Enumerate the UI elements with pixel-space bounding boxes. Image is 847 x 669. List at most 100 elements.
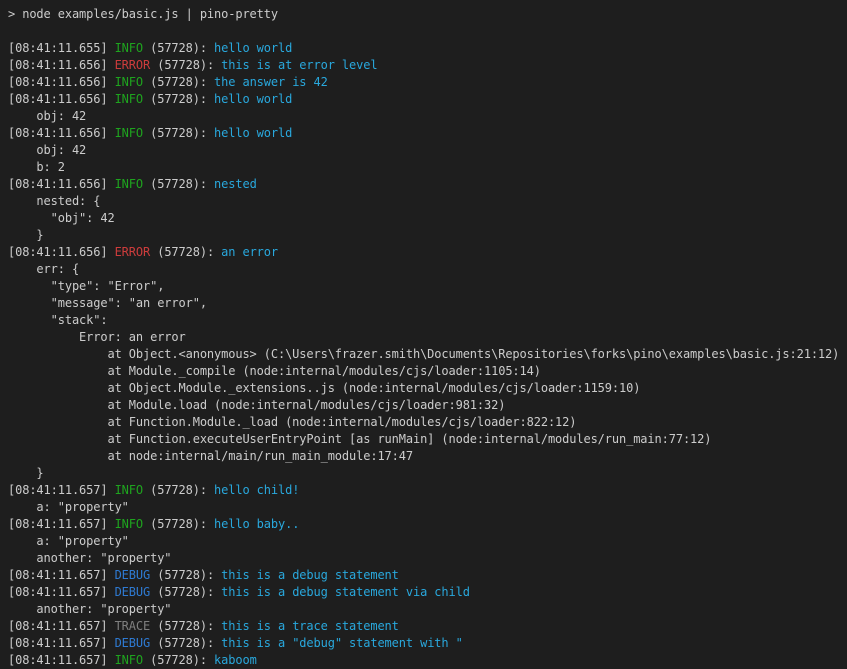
log-pid: (57728): xyxy=(150,58,221,72)
detail-line: a: "property" xyxy=(8,533,847,550)
log-line: [08:41:11.657] INFO (57728): kaboom xyxy=(8,652,847,669)
log-line: [08:41:11.656] INFO (57728): hello world xyxy=(8,125,847,142)
log-message: this is a "debug" statement with " xyxy=(221,636,463,650)
detail-text: at Function.executeUserEntryPoint [as ru… xyxy=(8,432,711,446)
log-timestamp: [08:41:11.656] xyxy=(8,126,115,140)
log-timestamp: [08:41:11.657] xyxy=(8,653,115,667)
detail-line: nested: { xyxy=(8,193,847,210)
detail-line: } xyxy=(8,465,847,482)
detail-text: Error: an error xyxy=(8,330,186,344)
command-text: > node examples/basic.js | pino-pretty xyxy=(8,7,278,21)
detail-line: at Function.executeUserEntryPoint [as ru… xyxy=(8,431,847,448)
log-pid: (57728): xyxy=(150,245,221,259)
detail-text: b: 2 xyxy=(8,160,65,174)
log-pid: (57728): xyxy=(150,568,221,582)
log-level: ERROR xyxy=(115,245,151,259)
detail-line: another: "property" xyxy=(8,601,847,618)
detail-line: another: "property" xyxy=(8,550,847,567)
detail-text: "stack": xyxy=(8,313,107,327)
detail-line: "obj": 42 xyxy=(8,210,847,227)
log-line: [08:41:11.657] INFO (57728): hello child… xyxy=(8,482,847,499)
log-level: INFO xyxy=(115,126,143,140)
detail-text: at Object.Module._extensions..js (node:i… xyxy=(8,381,640,395)
log-timestamp: [08:41:11.655] xyxy=(8,41,115,55)
log-timestamp: [08:41:11.656] xyxy=(8,245,115,259)
log-timestamp: [08:41:11.657] xyxy=(8,585,115,599)
detail-text: obj: 42 xyxy=(8,143,86,157)
detail-line: at node:internal/main/run_main_module:17… xyxy=(8,448,847,465)
log-message: the answer is 42 xyxy=(214,75,328,89)
log-message: hello baby.. xyxy=(214,517,299,531)
log-level: DEBUG xyxy=(115,568,151,582)
log-timestamp: [08:41:11.656] xyxy=(8,92,115,106)
log-message: an error xyxy=(221,245,278,259)
detail-text: another: "property" xyxy=(8,602,171,616)
detail-line: } xyxy=(8,227,847,244)
log-message: hello world xyxy=(214,92,292,106)
log-level: DEBUG xyxy=(115,636,151,650)
log-line: [08:41:11.657] DEBUG (57728): this is a … xyxy=(8,584,847,601)
log-pid: (57728): xyxy=(143,92,214,106)
command-line: > node examples/basic.js | pino-pretty xyxy=(8,6,847,23)
detail-line: "message": "an error", xyxy=(8,295,847,312)
log-line: [08:41:11.656] INFO (57728): the answer … xyxy=(8,74,847,91)
log-pid: (57728): xyxy=(143,483,214,497)
log-line: [08:41:11.657] DEBUG (57728): this is a … xyxy=(8,567,847,584)
log-level: DEBUG xyxy=(115,585,151,599)
log-line: [08:41:11.656] ERROR (57728): this is at… xyxy=(8,57,847,74)
log-message: kaboom xyxy=(214,653,257,667)
log-pid: (57728): xyxy=(150,619,221,633)
detail-text: "type": "Error", xyxy=(8,279,164,293)
terminal-output[interactable]: > node examples/basic.js | pino-pretty [… xyxy=(0,0,847,669)
log-timestamp: [08:41:11.656] xyxy=(8,177,115,191)
log-line: [08:41:11.657] INFO (57728): hello baby.… xyxy=(8,516,847,533)
detail-text: "obj": 42 xyxy=(8,211,115,225)
detail-text: a: "property" xyxy=(8,534,129,548)
detail-line: "stack": xyxy=(8,312,847,329)
detail-line: obj: 42 xyxy=(8,142,847,159)
log-level: INFO xyxy=(115,75,143,89)
log-line: [08:41:11.656] ERROR (57728): an error xyxy=(8,244,847,261)
detail-text: at Function.Module._load (node:internal/… xyxy=(8,415,576,429)
detail-line: b: 2 xyxy=(8,159,847,176)
detail-text: } xyxy=(8,228,44,242)
detail-text: at Object.<anonymous> (C:\Users\frazer.s… xyxy=(8,347,839,361)
log-pid: (57728): xyxy=(143,177,214,191)
blank-line xyxy=(8,23,847,40)
log-message: this is a debug statement xyxy=(221,568,399,582)
detail-line: at Function.Module._load (node:internal/… xyxy=(8,414,847,431)
log-level: ERROR xyxy=(115,58,151,72)
detail-line: a: "property" xyxy=(8,499,847,516)
detail-text: "message": "an error", xyxy=(8,296,207,310)
log-level: INFO xyxy=(115,92,143,106)
detail-text: at Module._compile (node:internal/module… xyxy=(8,364,541,378)
detail-line: at Module.load (node:internal/modules/cj… xyxy=(8,397,847,414)
log-message: hello world xyxy=(214,41,292,55)
log-timestamp: [08:41:11.657] xyxy=(8,619,115,633)
log-level: INFO xyxy=(115,41,143,55)
detail-text: obj: 42 xyxy=(8,109,86,123)
log-line: [08:41:11.656] INFO (57728): nested xyxy=(8,176,847,193)
log-pid: (57728): xyxy=(150,636,221,650)
detail-line: Error: an error xyxy=(8,329,847,346)
detail-text: } xyxy=(8,466,44,480)
log-timestamp: [08:41:11.656] xyxy=(8,58,115,72)
detail-line: at Object.Module._extensions..js (node:i… xyxy=(8,380,847,397)
detail-line: at Object.<anonymous> (C:\Users\frazer.s… xyxy=(8,346,847,363)
detail-line: obj: 42 xyxy=(8,108,847,125)
log-line: [08:41:11.657] DEBUG (57728): this is a … xyxy=(8,635,847,652)
log-message: nested xyxy=(214,177,257,191)
log-level: INFO xyxy=(115,653,143,667)
log-message: this is a debug statement via child xyxy=(221,585,470,599)
log-level: INFO xyxy=(115,177,143,191)
log-timestamp: [08:41:11.656] xyxy=(8,75,115,89)
log-timestamp: [08:41:11.657] xyxy=(8,568,115,582)
log-message: hello world xyxy=(214,126,292,140)
log-pid: (57728): xyxy=(143,75,214,89)
detail-text: at Module.load (node:internal/modules/cj… xyxy=(8,398,505,412)
log-line: [08:41:11.657] TRACE (57728): this is a … xyxy=(8,618,847,635)
detail-line: err: { xyxy=(8,261,847,278)
log-message: hello child! xyxy=(214,483,299,497)
log-timestamp: [08:41:11.657] xyxy=(8,636,115,650)
log-timestamp: [08:41:11.657] xyxy=(8,483,115,497)
